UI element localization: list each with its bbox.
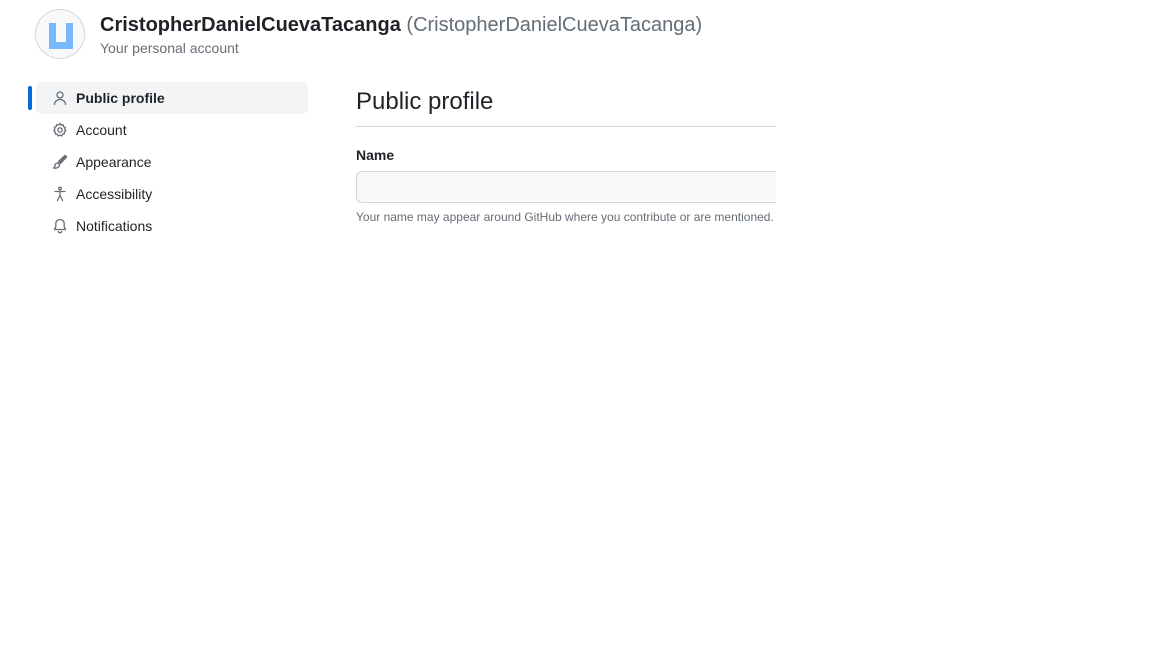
sidebar-item-account[interactable]: Account	[36, 114, 308, 146]
name-label: Name	[356, 147, 395, 163]
name-form-group: Name Your name may appear around GitHub …	[356, 145, 776, 226]
account-title: CristopherDanielCuevaTacanga (Cristopher…	[100, 13, 702, 38]
account-header: CristopherDanielCuevaTacanga (Cristopher…	[35, 9, 702, 59]
name-field-note: Your name may appear around GitHub where…	[356, 210, 774, 224]
sidebar-item-notifications[interactable]: Notifications	[36, 210, 308, 242]
sidebar-item-appearance[interactable]: Appearance	[36, 146, 308, 178]
settings-main: Public profile Name Your name may appear…	[356, 82, 776, 226]
account-subtitle: Your personal account	[100, 40, 239, 56]
paintbrush-icon	[52, 154, 68, 170]
username-link[interactable]: CristopherDanielCuevaTacanga	[100, 14, 401, 36]
person-icon	[52, 90, 68, 106]
settings-sidebar: Public profile Account Appearance Access…	[28, 82, 308, 242]
sidebar-item-accessibility[interactable]: Accessibility	[36, 178, 308, 210]
sidebar-item-public-profile[interactable]: Public profile	[28, 82, 308, 114]
avatar[interactable]	[35, 9, 85, 59]
sidebar-item-label: Account	[76, 122, 127, 138]
header-text: CristopherDanielCuevaTacanga (Cristopher…	[100, 13, 702, 57]
sidebar-item-label: Appearance	[76, 154, 152, 170]
sidebar-item-label: Notifications	[76, 218, 153, 234]
accessibility-icon	[52, 186, 68, 202]
sidebar-item-label: Accessibility	[76, 186, 153, 202]
sidebar-item-label: Public profile	[76, 90, 165, 106]
identicon-avatar-icon	[49, 23, 73, 49]
bell-icon	[52, 218, 68, 234]
login-name: (CristopherDanielCuevaTacanga)	[406, 14, 703, 36]
page-title: Public profile	[356, 82, 776, 127]
gear-icon	[52, 122, 68, 138]
name-input[interactable]	[356, 171, 776, 203]
